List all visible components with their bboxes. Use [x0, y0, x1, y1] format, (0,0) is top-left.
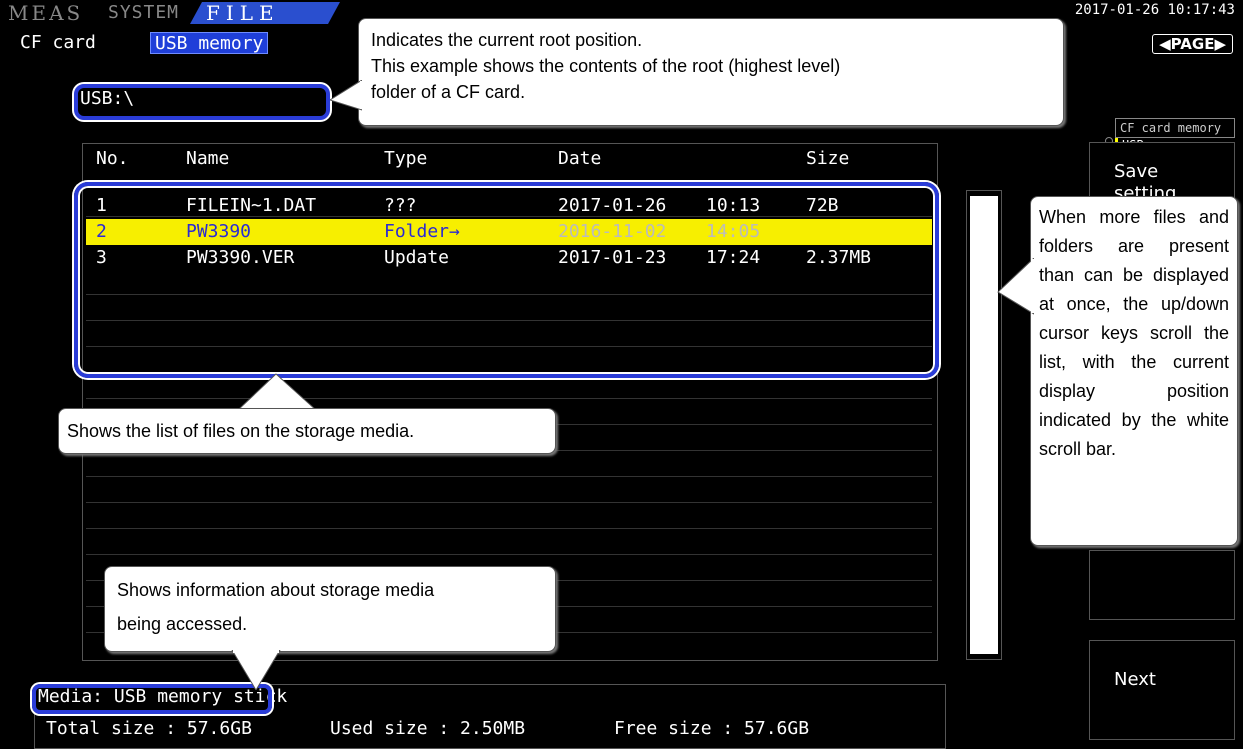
tab-file[interactable]: FILE: [190, 2, 340, 24]
media-option-cf[interactable]: CF card memory: [1115, 118, 1235, 138]
column-type: Type: [384, 148, 428, 169]
callout-root-line3: folder of a CF card.: [371, 82, 526, 102]
function-key-4[interactable]: [1089, 550, 1235, 620]
current-path: USB:\: [80, 88, 135, 109]
tab-meas[interactable]: MEAS: [8, 2, 83, 24]
total-size: Total size : 57.6GB: [46, 718, 252, 739]
column-name: Name: [186, 148, 230, 169]
divider: [86, 502, 932, 503]
free-size: Free size : 57.6GB: [614, 718, 810, 739]
callout-root-line1: Indicates the current root position.: [371, 30, 643, 50]
column-date: Date: [558, 148, 602, 169]
column-size: Size: [806, 148, 850, 169]
divider: [86, 398, 932, 399]
callout-file-list: Shows the list of files on the storage m…: [58, 408, 556, 454]
clock: 2017-01-26 10:17:43: [1074, 2, 1235, 18]
used-size: Used size : 2.50MB: [330, 718, 526, 739]
next-button[interactable]: Next: [1089, 640, 1235, 740]
page-key[interactable]: ◀PAGE▶: [1152, 34, 1233, 54]
callout-tail-icon: [237, 373, 317, 410]
tab-system[interactable]: SYSTEM: [108, 2, 179, 24]
callout-media-line1: Shows information about storage media: [117, 580, 435, 600]
callout-scroll-info: When more files and folders are present …: [1030, 196, 1238, 546]
tab-usb-memory[interactable]: USB memory: [150, 32, 269, 54]
callout-media-line2: being accessed.: [117, 614, 248, 634]
tab-cf-card[interactable]: CF card: [16, 32, 100, 54]
callout-tail-icon: [997, 258, 1034, 315]
page-key-label: PAGE: [1170, 35, 1215, 53]
divider: [86, 476, 932, 477]
callout-scroll-text: When more files and folders are present …: [1039, 207, 1229, 459]
next-label: Next: [1114, 669, 1156, 690]
callout-tail-icon: [231, 650, 281, 690]
callout-media-info: Shows information about storage media be…: [104, 566, 556, 652]
column-no: No.: [96, 148, 129, 169]
list-highlight-frame: [74, 182, 939, 378]
callout-tail-icon: [330, 80, 362, 111]
chevron-right-icon: ▶: [1214, 35, 1226, 53]
divider: [86, 554, 932, 555]
callout-list-text: Shows the list of files on the storage m…: [67, 421, 415, 441]
callout-root-line2: This example shows the contents of the r…: [371, 56, 841, 76]
callout-root-position: Indicates the current root position. Thi…: [358, 18, 1064, 126]
chevron-left-icon: ◀: [1159, 35, 1171, 53]
scrollbar-thumb[interactable]: [970, 196, 998, 654]
divider: [86, 528, 932, 529]
